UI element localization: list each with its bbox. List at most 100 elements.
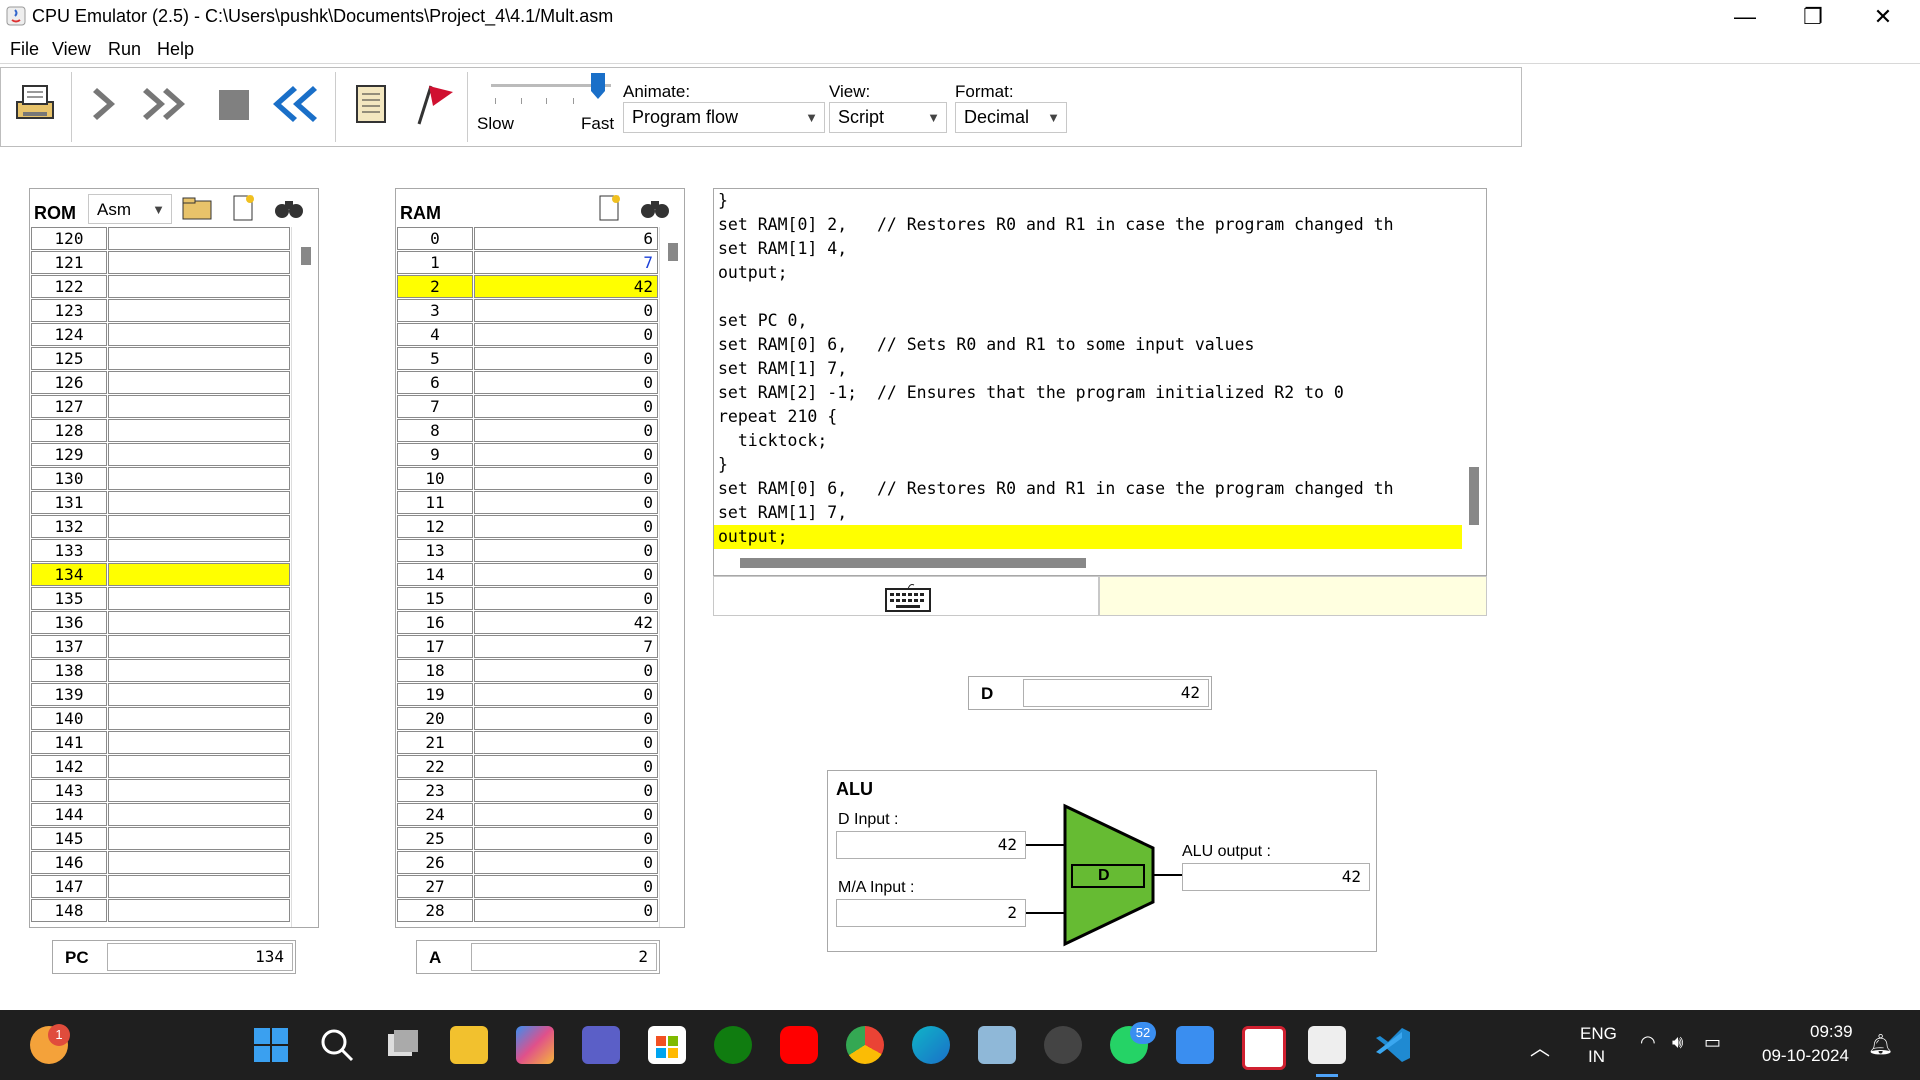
wifi-icon[interactable]: ◠	[1640, 1032, 1656, 1053]
ram-row[interactable]: 18 0	[396, 659, 658, 683]
ram-row[interactable]: 60	[396, 371, 658, 395]
paint-app-icon[interactable]	[1176, 1026, 1214, 1064]
reset-button[interactable]	[267, 78, 323, 134]
ram-row[interactable]: 80	[396, 419, 658, 443]
ram-row[interactable]: 50	[396, 347, 658, 371]
ram-row[interactable]: 10 0	[396, 467, 658, 491]
rom-row[interactable]: 130	[30, 467, 290, 491]
rom-instruction[interactable]	[108, 755, 290, 778]
rom-row[interactable]: 135	[30, 587, 290, 611]
rom-row[interactable]: 134	[30, 563, 290, 587]
rom-instruction[interactable]	[108, 395, 290, 418]
rom-scrollbar[interactable]	[291, 227, 318, 927]
format-select[interactable]: Decimal ▼	[955, 102, 1067, 133]
rom-row[interactable]: 145	[30, 827, 290, 851]
script-line[interactable]: ticktock;	[718, 429, 1462, 453]
search-icon[interactable]	[318, 1026, 356, 1064]
chrome-icon[interactable]	[846, 1026, 884, 1064]
rom-instruction[interactable]	[108, 659, 290, 682]
battery-icon[interactable]: ▭	[1704, 1032, 1721, 1053]
ram-row[interactable]: 11 0	[396, 491, 658, 515]
search-rom-button[interactable]	[272, 193, 306, 223]
rom-row[interactable]: 120	[30, 227, 290, 251]
rom-row[interactable]: 141	[30, 731, 290, 755]
ram-value[interactable]: 0	[474, 779, 658, 802]
speed-slider-thumb[interactable]	[591, 73, 605, 99]
rom-table[interactable]: 120 121 122 123 124 125 126 127 128 129 130 131 132 1…	[30, 227, 290, 927]
script-line[interactable]: output;	[714, 525, 1462, 549]
rom-instruction[interactable]	[108, 635, 290, 658]
single-step-button[interactable]	[83, 78, 139, 134]
rom-row[interactable]: 138	[30, 659, 290, 683]
clear-rom-button[interactable]	[226, 193, 260, 223]
script-vscrollbar[interactable]	[1463, 189, 1486, 553]
script-line[interactable]: set RAM[0] 2, // Restores R0 and R1 in c…	[718, 213, 1462, 237]
rom-row[interactable]: 137	[30, 635, 290, 659]
rom-instruction[interactable]	[108, 347, 290, 370]
ram-scrollbar[interactable]	[659, 227, 684, 927]
copilot-icon[interactable]	[516, 1026, 554, 1064]
rom-instruction[interactable]	[108, 611, 290, 634]
menu-file[interactable]: File	[10, 39, 39, 60]
script-text[interactable]: } set RAM[0] 2, // Restores R0 and R1 in …	[714, 189, 1462, 553]
ram-table[interactable]: 0 6 1 7 2 42 3 0 4 0 5 0 6 0 7 0 8 0 9 0 10 0 11 0 12 0 13 0 14 0 15 0 1…	[396, 227, 658, 927]
ram-value[interactable]: 0	[474, 683, 658, 706]
clock-time[interactable]: 09:39	[1810, 1022, 1853, 1042]
breakpoints-button[interactable]	[405, 78, 461, 134]
pc-register-value[interactable]: 134	[107, 943, 293, 971]
file-explorer-icon[interactable]	[450, 1026, 488, 1064]
ram-value[interactable]: 0	[474, 467, 658, 490]
ram-row[interactable]: 12 0	[396, 515, 658, 539]
rom-instruction[interactable]	[108, 539, 290, 562]
ram-value[interactable]: 0	[474, 515, 658, 538]
ram-row[interactable]: 90	[396, 443, 658, 467]
ram-value[interactable]: 0	[474, 899, 658, 922]
rom-row[interactable]: 124	[30, 323, 290, 347]
rom-instruction[interactable]	[108, 563, 290, 586]
bell-icon[interactable]: 🔔︎	[1868, 1032, 1893, 1057]
script-line[interactable]: set RAM[0] 6, // Sets R0 and R1 to some …	[718, 333, 1462, 357]
rom-instruction[interactable]	[108, 299, 290, 322]
rom-instruction[interactable]	[108, 731, 290, 754]
ram-row[interactable]: 17 7	[396, 635, 658, 659]
xbox-icon[interactable]	[714, 1026, 752, 1064]
rom-row[interactable]: 133	[30, 539, 290, 563]
ram-row[interactable]: 40	[396, 323, 658, 347]
avatar-app-icon[interactable]	[1044, 1026, 1082, 1064]
ram-value[interactable]: 0	[474, 395, 658, 418]
rom-instruction[interactable]	[108, 515, 290, 538]
script-line[interactable]: }	[718, 453, 1462, 477]
ram-value[interactable]: 0	[474, 731, 658, 754]
load-rom-button[interactable]	[180, 193, 214, 223]
ram-row[interactable]: 20 0	[396, 707, 658, 731]
rom-format-select[interactable]: Asm ▼	[88, 194, 172, 224]
menu-run[interactable]: Run	[108, 39, 141, 60]
script-line[interactable]: set RAM[2] -1; // Ensures that the progr…	[718, 381, 1462, 405]
rom-row[interactable]: 136	[30, 611, 290, 635]
rom-instruction[interactable]	[108, 803, 290, 826]
rom-instruction[interactable]	[108, 227, 290, 250]
rom-instruction[interactable]	[108, 899, 290, 922]
ram-value[interactable]: 0	[474, 827, 658, 850]
rom-row[interactable]: 143	[30, 779, 290, 803]
animate-select[interactable]: Program flow ▼	[623, 102, 825, 133]
ram-value[interactable]: 42	[474, 275, 658, 298]
rom-row[interactable]: 131	[30, 491, 290, 515]
ram-value[interactable]: 7	[474, 635, 658, 658]
script-button[interactable]	[345, 78, 401, 134]
ram-row[interactable]: 16 42	[396, 611, 658, 635]
rom-instruction[interactable]	[108, 827, 290, 850]
rom-instruction[interactable]	[108, 683, 290, 706]
ram-value[interactable]: 0	[474, 587, 658, 610]
ram-row[interactable]: 30	[396, 299, 658, 323]
task-view-icon[interactable]	[384, 1026, 422, 1064]
d-register-value[interactable]: 42	[1023, 679, 1209, 707]
script-line[interactable]	[718, 285, 1462, 309]
ram-value[interactable]: 0	[474, 491, 658, 514]
rom-row[interactable]: 126	[30, 371, 290, 395]
ram-value[interactable]: 0	[474, 803, 658, 826]
rom-scroll-thumb[interactable]	[301, 247, 311, 265]
script-line[interactable]: set RAM[1] 7,	[718, 357, 1462, 381]
vscode-icon[interactable]	[1374, 1026, 1412, 1064]
script-line[interactable]: }	[718, 189, 1462, 213]
